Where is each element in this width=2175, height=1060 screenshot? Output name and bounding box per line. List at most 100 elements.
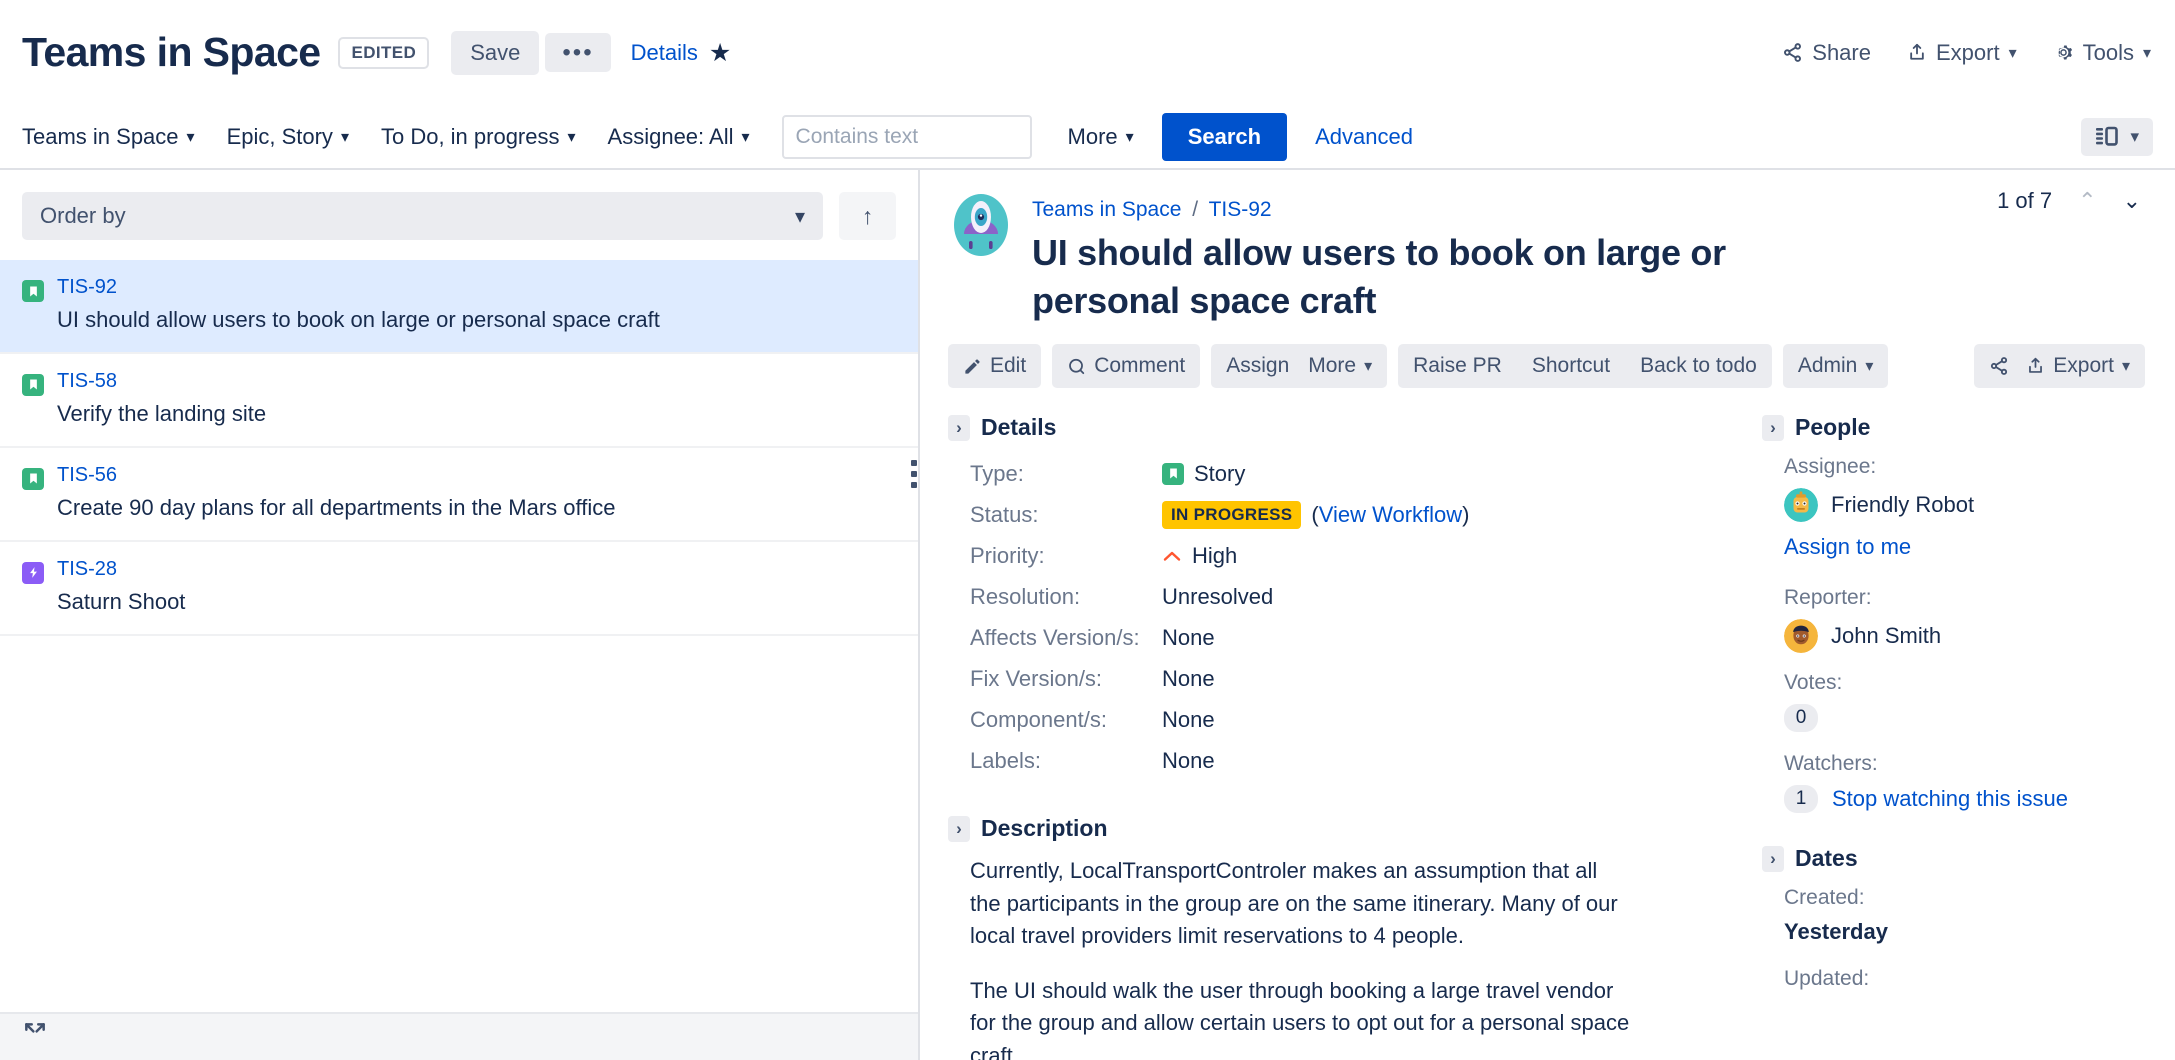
field-label: Fix Version/s:	[970, 665, 1103, 691]
view-layout-toggle[interactable]: ▾	[2081, 117, 2153, 156]
search-button[interactable]: Search	[1161, 112, 1288, 161]
avatar	[1784, 488, 1818, 523]
detail-field-row: Labels: None	[970, 740, 1710, 781]
assign-button[interactable]: Assign	[1211, 344, 1304, 388]
reporter-name: John Smith	[1831, 623, 1942, 649]
list-footer	[0, 1012, 918, 1060]
collapse-description-toggle[interactable]: ›	[948, 815, 970, 842]
dates-section-header: › Dates	[1762, 845, 2150, 872]
chevron-down-icon: ▾	[186, 128, 195, 146]
filter-status-label: To Do, in progress	[380, 123, 560, 149]
created-value: Yesterday	[1784, 919, 1888, 945]
edit-button[interactable]: Edit	[948, 344, 1041, 388]
description-paragraph: Currently, LocalTransportControler makes…	[970, 858, 1618, 949]
chevron-down-icon: ▾	[340, 128, 349, 146]
more-options-button[interactable]: •••	[545, 32, 611, 73]
tools-label: Tools	[2082, 39, 2134, 65]
assignee-name: Friendly Robot	[1831, 492, 1975, 518]
export-icon	[1910, 43, 1924, 60]
back-to-todo-button[interactable]: Back to todo	[1625, 344, 1772, 388]
export-button[interactable]: Export ▾	[1907, 40, 2017, 66]
export-icon	[2029, 357, 2043, 373]
shortcut-button[interactable]: Shortcut	[1517, 344, 1625, 388]
breadcrumb-issue-key[interactable]: TIS-92	[1209, 198, 1272, 221]
filter-project[interactable]: Teams in Space ▾	[22, 124, 195, 150]
field-value: Unresolved	[1162, 583, 1274, 609]
share-button[interactable]: Share	[1782, 40, 1871, 66]
issue-list-item[interactable]: TIS-28 Saturn Shoot	[0, 542, 918, 636]
collapse-people-toggle[interactable]: ›	[1762, 414, 1784, 441]
advanced-link[interactable]: Advanced	[1315, 124, 1413, 150]
detail-view-icon	[2096, 126, 2119, 146]
issue-key[interactable]: TIS-56	[57, 464, 117, 486]
main-body: Order by ▾ ↑ TIS-92 UI should allow users…	[0, 170, 2175, 1060]
assignee-label: Assignee:	[1784, 455, 1877, 479]
stop-watching-link[interactable]: Stop watching this issue	[1832, 786, 2068, 812]
chevron-down-icon: ▾	[1865, 358, 1874, 376]
issue-share-export-group: Export ▾	[1974, 344, 2145, 389]
issue-key[interactable]: TIS-58	[57, 370, 117, 392]
detail-field-row: Affects Version/s: None	[970, 617, 1710, 658]
description-paragraph: The UI should walk the user through book…	[970, 977, 1630, 1060]
breadcrumb-separator: /	[1192, 198, 1199, 221]
header-actions: Share Export ▾ Tools ▾	[1782, 40, 2151, 66]
issue-key[interactable]: TIS-28	[57, 558, 117, 580]
star-icon[interactable]: ★	[709, 38, 731, 68]
field-label: Component/s:	[970, 706, 1107, 732]
issue-key[interactable]: TIS-92	[57, 276, 117, 298]
assign-group: Assign More ▾	[1211, 344, 1388, 389]
filter-status[interactable]: To Do, in progress ▾	[381, 124, 576, 150]
people-section-title: People	[1795, 414, 1871, 441]
save-button[interactable]: Save	[451, 30, 540, 75]
breadcrumb: Teams in Space / TIS-92	[1032, 192, 1732, 222]
collapse-dates-toggle[interactable]: ›	[1762, 845, 1784, 872]
search-text-input[interactable]	[781, 114, 1032, 159]
order-by-select[interactable]: Order by ▾	[22, 192, 823, 240]
admin-button[interactable]: Admin ▾	[1783, 344, 1889, 388]
details-section-title: Details	[981, 414, 1057, 441]
breadcrumb-project[interactable]: Teams in Space	[1032, 198, 1181, 221]
issue-detail-panel: Teams in Space / TIS-92 UI should allow …	[920, 170, 2175, 1060]
description-section-title: Description	[981, 815, 1108, 842]
filter-project-label: Teams in Space	[22, 123, 179, 149]
votes-value: 0	[1784, 704, 2150, 733]
tools-button[interactable]: Tools ▾	[2053, 40, 2151, 66]
story-type-icon	[22, 467, 44, 490]
details-link[interactable]: Details	[631, 40, 698, 66]
assign-label: Assign	[1226, 354, 1290, 378]
assignee-value: Friendly Robot	[1784, 488, 2150, 523]
back-to-todo-label: Back to todo	[1640, 354, 1757, 378]
page-title: Teams in Space	[22, 29, 321, 75]
reporter-value: John Smith	[1784, 619, 2150, 654]
issue-summary: UI should allow users to book on large o…	[57, 307, 660, 332]
field-label: Resolution:	[970, 583, 1081, 609]
operations-more-button[interactable]: More ▾	[1304, 344, 1387, 388]
issue-share-button[interactable]	[1974, 344, 2024, 388]
share-icon	[1991, 357, 2008, 375]
story-type-icon	[22, 373, 44, 396]
expand-icon[interactable]	[22, 1020, 48, 1046]
field-value: None	[1162, 706, 1215, 732]
comment-button[interactable]: Comment	[1052, 344, 1200, 388]
sort-direction-button[interactable]: ↑	[839, 192, 896, 240]
issue-list-panel: Order by ▾ ↑ TIS-92 UI should allow users…	[0, 170, 920, 1060]
next-issue-button[interactable]: ⌄	[2123, 188, 2141, 214]
issue-list-item[interactable]: TIS-56 Create 90 day plans for all depart…	[0, 448, 918, 542]
collapse-details-toggle[interactable]: ›	[948, 414, 970, 441]
issue-list-item[interactable]: TIS-92 UI should allow users to book on l…	[0, 260, 918, 354]
filter-more[interactable]: More ▾	[1068, 124, 1134, 150]
assign-to-me-link[interactable]: Assign to me	[1784, 534, 1911, 560]
pager-position: 1 of 7	[1997, 188, 2053, 213]
panel-splitter-handle[interactable]	[911, 460, 917, 488]
issue-export-button[interactable]: Export ▾	[2024, 344, 2145, 388]
share-icon	[1784, 43, 1802, 62]
filter-type[interactable]: Epic, Story ▾	[227, 124, 349, 150]
filter-assignee[interactable]: Assignee: All ▾	[608, 124, 750, 150]
chevron-down-icon: ▾	[1125, 128, 1134, 146]
votes-label: Votes:	[1784, 671, 1843, 695]
issue-list-item[interactable]: TIS-58 Verify the landing site	[0, 354, 918, 448]
view-workflow-link[interactable]: View Workflow	[1319, 502, 1462, 527]
raise-pr-button[interactable]: Raise PR	[1398, 344, 1517, 388]
epic-type-icon	[22, 561, 44, 584]
previous-issue-button[interactable]: ⌃	[2078, 188, 2096, 214]
